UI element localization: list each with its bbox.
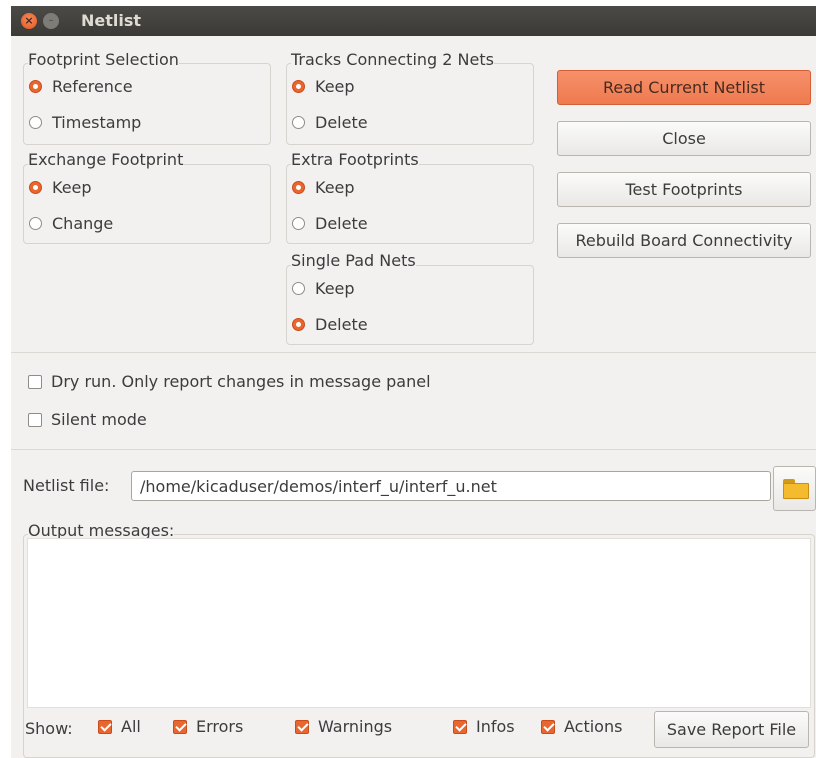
netlist-dialog: × – Netlist Footprint Selection Referenc… (11, 6, 816, 758)
radio-button-icon[interactable] (292, 282, 305, 295)
radio-button-icon[interactable] (292, 318, 305, 331)
filter-label: Errors (196, 717, 244, 736)
checkbox-icon[interactable] (28, 412, 42, 427)
silent-mode-label: Silent mode (51, 410, 147, 429)
checkbox-icon[interactable] (295, 719, 309, 734)
radio-label: Reference (52, 77, 133, 96)
radio-label: Keep (52, 178, 92, 197)
radio-exchange-keep[interactable]: Keep (29, 178, 92, 197)
extra-footprints-label: Extra Footprints (291, 150, 419, 169)
radio-label: Keep (315, 77, 355, 96)
show-label-text: Show: (25, 719, 73, 738)
separator (11, 352, 816, 353)
radio-footprint-timestamp[interactable]: Timestamp (29, 113, 141, 132)
folder-icon (783, 479, 809, 499)
filter-label: Actions (564, 717, 623, 736)
radio-label: Keep (315, 279, 355, 298)
netlist-file-input[interactable]: /home/kicaduser/demos/interf_u/interf_u.… (131, 471, 771, 501)
checkbox-icon[interactable] (541, 719, 555, 734)
test-footprints-button[interactable]: Test Footprints (557, 172, 811, 207)
radio-tracks-keep[interactable]: Keep (292, 77, 355, 96)
filter-label: All (121, 717, 141, 736)
radio-exchange-change[interactable]: Change (29, 214, 113, 233)
checkbox-icon[interactable] (453, 719, 467, 734)
show-label: Show: (25, 719, 73, 738)
filter-errors-checkbox[interactable]: Errors (173, 717, 243, 736)
radio-button-icon[interactable] (292, 217, 305, 230)
exchange-footprint-label: Exchange Footprint (28, 150, 184, 169)
footprint-selection-label: Footprint Selection (28, 50, 179, 69)
minimize-window-icon[interactable]: – (43, 13, 59, 29)
radio-extra-delete[interactable]: Delete (292, 214, 368, 233)
browse-folder-button[interactable] (773, 466, 816, 511)
filter-actions-checkbox[interactable]: Actions (541, 717, 622, 736)
radio-single-pad-delete[interactable]: Delete (292, 315, 368, 334)
radio-label: Delete (315, 315, 368, 334)
dry-run-checkbox[interactable]: Dry run. Only report changes in message … (28, 372, 431, 391)
radio-label: Keep (315, 178, 355, 197)
silent-mode-checkbox[interactable]: Silent mode (28, 410, 147, 429)
checkbox-icon[interactable] (98, 719, 112, 734)
rebuild-board-connectivity-button[interactable]: Rebuild Board Connectivity (557, 223, 811, 258)
radio-footprint-reference[interactable]: Reference (29, 77, 133, 96)
radio-extra-keep[interactable]: Keep (292, 178, 355, 197)
window-title: Netlist (81, 11, 142, 30)
radio-button-icon[interactable] (292, 181, 305, 194)
radio-single-pad-keep[interactable]: Keep (292, 279, 355, 298)
filter-label: Infos (476, 717, 515, 736)
read-current-netlist-button[interactable]: Read Current Netlist (557, 70, 811, 105)
save-report-file-button[interactable]: Save Report File (654, 711, 809, 748)
filter-label: Warnings (318, 717, 393, 736)
filter-infos-checkbox[interactable]: Infos (453, 717, 515, 736)
netlist-file-label: Netlist file: (23, 476, 110, 495)
checkbox-icon[interactable] (28, 374, 42, 389)
footprint-selection-group (23, 63, 271, 145)
tracks-connecting-group (286, 63, 534, 145)
separator (11, 449, 816, 450)
filter-warnings-checkbox[interactable]: Warnings (295, 717, 392, 736)
radio-tracks-delete[interactable]: Delete (292, 113, 368, 132)
title-bar: × – Netlist (11, 6, 816, 36)
radio-button-icon[interactable] (29, 217, 42, 230)
filter-all-checkbox[interactable]: All (98, 717, 141, 736)
radio-button-icon[interactable] (292, 80, 305, 93)
checkbox-icon[interactable] (173, 719, 187, 734)
close-button[interactable]: Close (557, 121, 811, 156)
radio-label: Delete (315, 214, 368, 233)
radio-label: Change (52, 214, 114, 233)
radio-button-icon[interactable] (292, 116, 305, 129)
radio-button-icon[interactable] (29, 181, 42, 194)
radio-button-icon[interactable] (29, 116, 42, 129)
tracks-connecting-label: Tracks Connecting 2 Nets (291, 50, 494, 69)
output-messages-panel[interactable] (27, 538, 811, 708)
close-window-icon[interactable]: × (21, 13, 37, 29)
radio-label: Timestamp (52, 113, 142, 132)
dry-run-label: Dry run. Only report changes in message … (51, 372, 431, 391)
radio-button-icon[interactable] (29, 80, 42, 93)
single-pad-nets-label: Single Pad Nets (291, 251, 416, 270)
radio-label: Delete (315, 113, 368, 132)
